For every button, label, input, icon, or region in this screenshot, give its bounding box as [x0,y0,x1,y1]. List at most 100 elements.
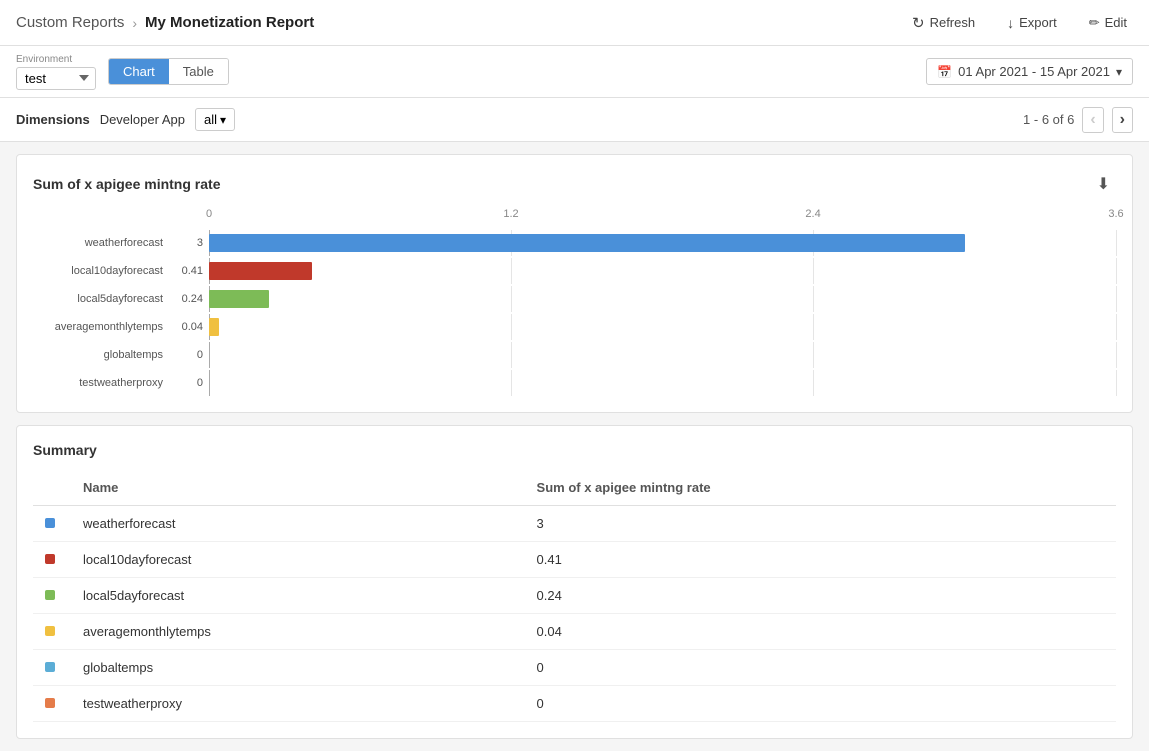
summary-card-header: Summary [33,442,1116,458]
chart-row-label: averagemonthlytemps [33,321,173,333]
table-row: globaltemps0 [33,650,1116,686]
chart-row-value-label: 3 [173,237,209,249]
table-value-cell: 0.04 [525,614,1116,650]
chart-row-value-label: 0.04 [173,321,209,333]
chart-rows: weatherforecast3local10dayforecast0.41lo… [33,230,1116,396]
filter-chevron-icon [220,112,226,127]
chart-row-bar-area [209,286,1116,312]
edit-label: Edit [1105,15,1127,30]
chart-row-label: globaltemps [33,349,173,361]
refresh-icon [912,14,925,32]
toolbar-left: Environment test prod Chart Table [16,54,229,90]
chevron-right-icon [1120,111,1125,127]
dimensions-filter-button[interactable]: all [195,108,235,131]
summary-card: Summary Name Sum of x apigee mintng rate… [16,425,1133,739]
pagination-text: 1 - 6 of 6 [1023,112,1074,127]
toolbar: Environment test prod Chart Table 01 Apr… [0,46,1149,98]
chart-row-bar-area [209,230,1116,256]
page-header: Custom Reports › My Monetization Report … [0,0,1149,46]
table-name-cell: globaltemps [71,650,525,686]
color-dot [45,590,55,600]
table-row: local5dayforecast0.24 [33,578,1116,614]
table-row: averagemonthlytemps0.04 [33,614,1116,650]
chart-row-value-label: 0.41 [173,265,209,277]
table-color-cell [33,506,71,542]
color-dot [45,518,55,528]
table-header-row: Name Sum of x apigee mintng rate [33,470,1116,506]
chart-bar [209,290,269,308]
export-button[interactable]: Export [1001,11,1063,35]
chart-row-label: local5dayforecast [33,293,173,305]
tab-chart[interactable]: Chart [109,59,169,84]
refresh-label: Refresh [930,15,976,30]
view-tabs: Chart Table [108,58,229,85]
chart-row-bar-area [209,314,1116,340]
chart-row: local5dayforecast0.24 [33,286,1116,312]
dimensions-bar: Dimensions Developer App all 1 - 6 of 6 [0,98,1149,142]
chart-row-bar-area [209,258,1116,284]
chart-row-label: testweatherproxy [33,377,173,389]
breadcrumb-parent[interactable]: Custom Reports [16,14,124,31]
chart-row: testweatherproxy0 [33,370,1116,396]
chart-card: Sum of x apigee mintng rate 0 1.2 2.4 3.… [16,154,1133,413]
table-name-cell: local5dayforecast [71,578,525,614]
table-name-cell: testweatherproxy [71,686,525,722]
table-value-cell: 0.41 [525,542,1116,578]
refresh-button[interactable]: Refresh [906,10,981,36]
chart-download-button[interactable] [1091,171,1116,196]
main-content: Sum of x apigee mintng rate 0 1.2 2.4 3.… [0,142,1149,751]
chart-row: weatherforecast3 [33,230,1116,256]
calendar-icon [937,64,952,79]
table-value-cell: 3 [525,506,1116,542]
chart-row: globaltemps0 [33,342,1116,368]
pagination-next-button[interactable] [1112,107,1133,133]
color-dot [45,554,55,564]
table-color-cell [33,686,71,722]
header-actions: Refresh Export Edit [906,10,1133,36]
table-row: weatherforecast3 [33,506,1116,542]
chevron-down-icon [1116,64,1122,79]
summary-title: Summary [33,442,97,458]
filter-value: all [204,112,217,127]
table-value-cell: 0.24 [525,578,1116,614]
breadcrumb: Custom Reports › My Monetization Report [16,14,314,31]
value-col-header: Sum of x apigee mintng rate [525,470,1116,506]
chart-row-label: weatherforecast [33,237,173,249]
bar-chart: 0 1.2 2.4 3.6 weatherforecast3local10day… [33,208,1116,396]
chart-card-header: Sum of x apigee mintng rate [33,171,1116,196]
table-name-cell: averagemonthlytemps [71,614,525,650]
table-color-cell [33,542,71,578]
table-color-cell [33,650,71,686]
environment-label: Environment [16,54,96,65]
export-label: Export [1019,15,1057,30]
download-icon [1097,173,1110,193]
edit-button[interactable]: Edit [1083,11,1133,35]
dimension-name: Developer App [100,112,185,127]
color-col-header [33,470,71,506]
color-dot [45,626,55,636]
breadcrumb-current: My Monetization Report [145,14,314,31]
table-name-cell: weatherforecast [71,506,525,542]
date-range-button[interactable]: 01 Apr 2021 - 15 Apr 2021 [926,58,1133,85]
summary-table: Name Sum of x apigee mintng rate weather… [33,470,1116,722]
table-value-cell: 0 [525,650,1116,686]
dimensions-left: Dimensions Developer App all [16,108,235,131]
chart-row-bar-area [209,342,1116,368]
chart-row-value-label: 0 [173,349,209,361]
chart-row-bar-area [209,370,1116,396]
chart-row: local10dayforecast0.41 [33,258,1116,284]
environment-select-wrapper: Environment test prod [16,54,96,90]
chart-row-value-label: 0.24 [173,293,209,305]
pagination-info: 1 - 6 of 6 [1023,107,1133,133]
chart-bar [209,318,219,336]
table-color-cell [33,614,71,650]
chart-bar [209,234,965,252]
chart-row-label: local10dayforecast [33,265,173,277]
summary-table-body: weatherforecast3local10dayforecast0.41lo… [33,506,1116,722]
environment-select[interactable]: test prod [16,67,96,90]
chevron-left-icon [1090,111,1095,127]
pagination-prev-button[interactable] [1082,107,1103,133]
table-row: local10dayforecast0.41 [33,542,1116,578]
tab-table[interactable]: Table [169,59,228,84]
date-range-text: 01 Apr 2021 - 15 Apr 2021 [958,64,1110,79]
